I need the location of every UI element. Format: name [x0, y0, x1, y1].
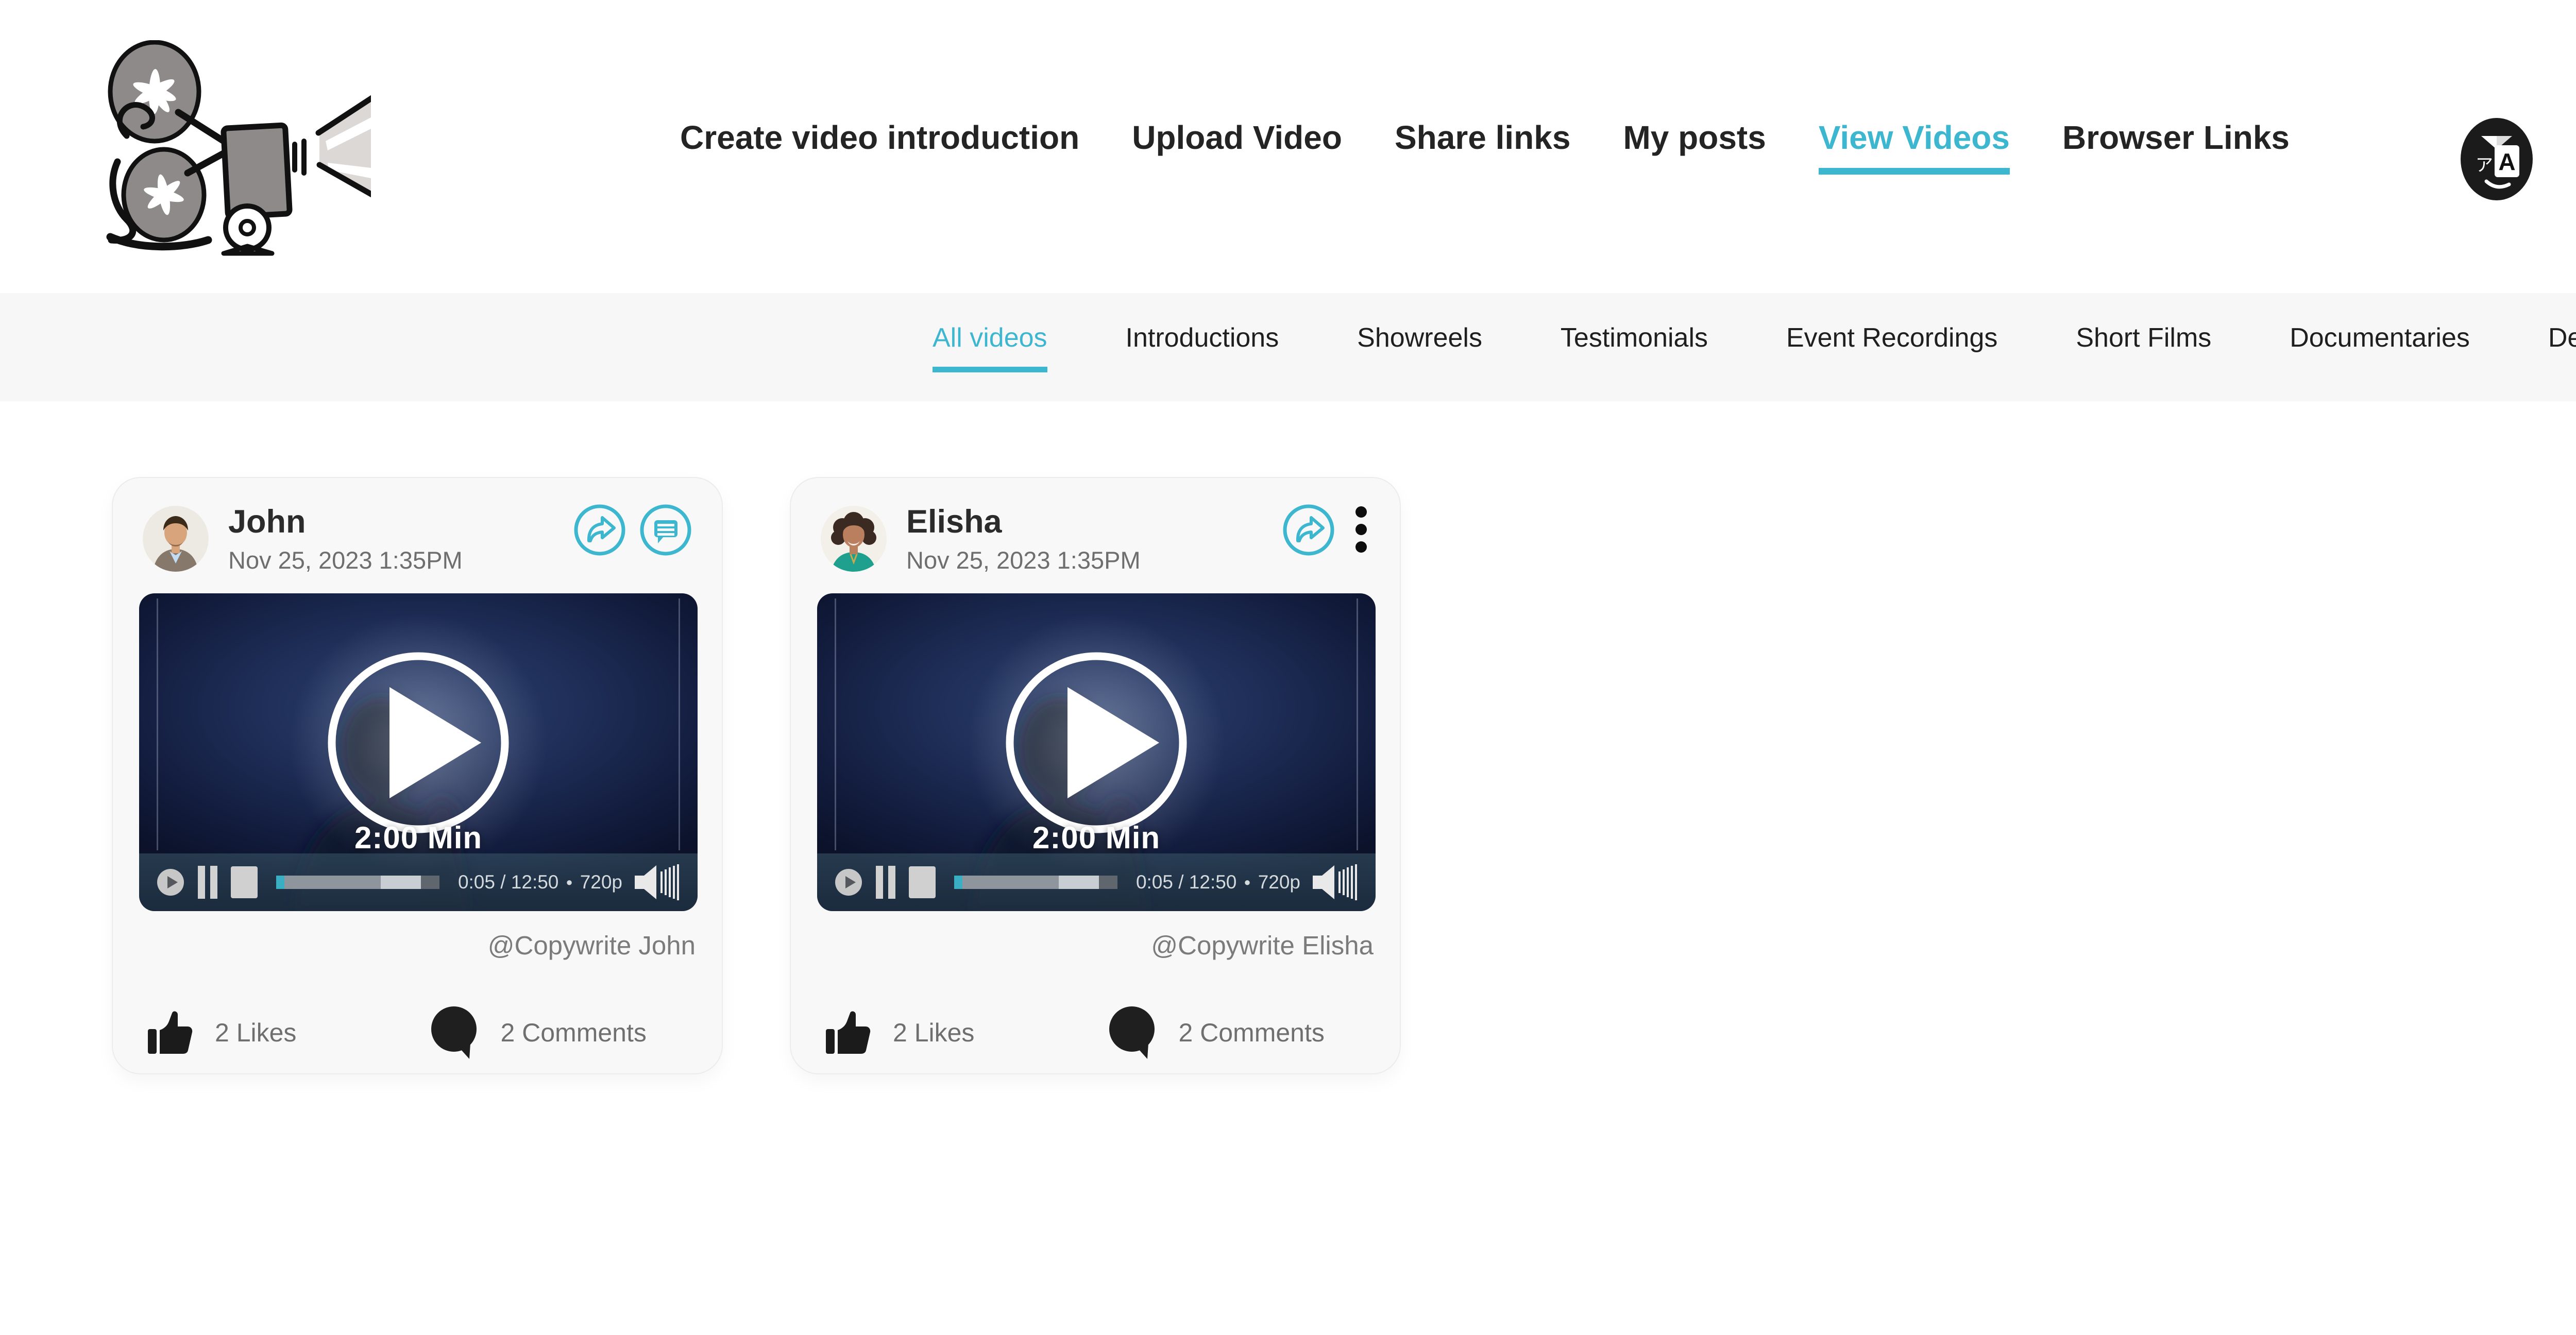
video-category-tabs: All videos Introductions Showreels Testi…	[933, 293, 2576, 401]
player-time-text: 0:05 / 12:50	[1136, 871, 1236, 893]
translate-icon: A ア	[2456, 117, 2537, 201]
progress-tail	[421, 876, 439, 889]
player-play-icon[interactable]	[157, 868, 184, 896]
tab-all-videos[interactable]: All videos	[933, 322, 1047, 372]
author-handle: @Copywrite Elisha	[1151, 930, 1374, 961]
tab-showreels[interactable]: Showreels	[1357, 322, 1482, 372]
nav-create-video-introduction[interactable]: Create video introduction	[680, 118, 1079, 175]
translate-button[interactable]: A ア	[2456, 117, 2537, 201]
comment-group: 2 Comments	[429, 1005, 646, 1060]
video-category-tabbar: All videos Introductions Showreels Testi…	[0, 293, 2576, 401]
player-play-icon[interactable]	[835, 868, 862, 896]
progress-buffer	[381, 876, 421, 889]
player-time: 0:05 / 12:50 ● 720p	[458, 871, 622, 893]
player-pause-icon[interactable]	[875, 866, 896, 899]
likes-count-label: 2 Likes	[893, 1018, 974, 1048]
post-timestamp: Nov 25, 2023 1:35PM	[228, 545, 463, 576]
card-header: John Nov 25, 2023 1:35PM	[143, 503, 692, 585]
comments-button[interactable]	[429, 1005, 481, 1060]
post-timestamp: Nov 25, 2023 1:35PM	[906, 545, 1141, 576]
player-progress-track[interactable]	[954, 876, 1117, 889]
player-volume-icon[interactable]	[635, 864, 680, 900]
nav-my-posts[interactable]: My posts	[1623, 118, 1766, 175]
nav-upload-video[interactable]: Upload Video	[1132, 118, 1342, 175]
likes-count-label: 2 Likes	[215, 1018, 296, 1048]
share-button[interactable]	[573, 504, 626, 556]
author-block: Elisha Nov 25, 2023 1:35PM	[906, 503, 1141, 576]
progress-played	[276, 876, 284, 889]
tab-introductions[interactable]: Introductions	[1126, 322, 1279, 372]
tab-event-recordings[interactable]: Event Recordings	[1786, 322, 1997, 372]
tab-short-films[interactable]: Short Films	[2076, 322, 2211, 372]
player-time-text: 0:05 / 12:50	[458, 871, 558, 893]
quality-dot: ●	[566, 877, 572, 888]
comments-count-label: 2 Comments	[1178, 1018, 1324, 1048]
player-controls: 0:05 / 12:50 ● 720p	[139, 853, 698, 911]
card-actions	[573, 504, 692, 556]
video-duration-label: 2:00 Min	[817, 820, 1376, 855]
player-quality: 720p	[1258, 871, 1300, 893]
tab-demos[interactable]: Demos	[2548, 322, 2576, 372]
video-duration-label: 2:00 Min	[139, 820, 698, 855]
avatar[interactable]	[821, 506, 887, 572]
comments-count-label: 2 Comments	[500, 1018, 646, 1048]
card-header: Elisha Nov 25, 2023 1:35PM	[821, 503, 1370, 585]
brand-logo[interactable]	[77, 40, 371, 262]
progress-tail	[1099, 876, 1117, 889]
engagement-row: 2 Likes 2 Comments	[823, 994, 1368, 1071]
comment-bubble-button[interactable]	[639, 504, 692, 556]
player-volume-icon[interactable]	[1313, 864, 1358, 900]
player-controls: 0:05 / 12:50 ● 720p	[817, 853, 1376, 911]
progress-buffer	[1059, 876, 1099, 889]
avatar-elisha-image	[821, 506, 887, 572]
author-name: Elisha	[906, 503, 1141, 541]
video-card-elisha: Elisha Nov 25, 2023 1:35PM	[790, 477, 1401, 1074]
comments-button[interactable]	[1107, 1005, 1159, 1060]
author-name: John	[228, 503, 463, 541]
player-progress-track[interactable]	[276, 876, 439, 889]
like-button[interactable]	[823, 1007, 873, 1058]
player-pause-icon[interactable]	[197, 866, 218, 899]
player-quality: 720p	[580, 871, 622, 893]
tab-testimonials[interactable]: Testimonials	[1561, 322, 1708, 372]
video-card-john: John Nov 25, 2023 1:35PM	[112, 477, 723, 1074]
progress-played	[954, 876, 962, 889]
comment-group: 2 Comments	[1107, 1005, 1324, 1060]
avatar[interactable]	[143, 506, 209, 572]
nav-browser-links[interactable]: Browser Links	[2062, 118, 2290, 175]
card-actions	[1282, 504, 1370, 556]
share-button[interactable]	[1282, 504, 1335, 556]
tab-documentaries[interactable]: Documentaries	[2290, 322, 2470, 372]
quality-dot: ●	[1244, 877, 1250, 888]
nav-share-links[interactable]: Share links	[1395, 118, 1571, 175]
svg-text:ア: ア	[2476, 155, 2493, 176]
nav-view-videos[interactable]: View Videos	[1819, 118, 2010, 175]
player-stop-icon[interactable]	[909, 866, 936, 898]
top-header: Create video introduction Upload Video S…	[0, 0, 2576, 293]
main-nav: Create video introduction Upload Video S…	[680, 0, 2290, 293]
film-projector-logo-icon	[77, 40, 371, 262]
engagement-row: 2 Likes 2 Comments	[145, 994, 690, 1071]
author-block: John Nov 25, 2023 1:35PM	[228, 503, 463, 576]
video-thumbnail[interactable]: 2:00 Min 0:05 / 12:50 ●	[139, 593, 698, 911]
avatar-john-image	[143, 506, 209, 572]
page: Create video introduction Upload Video S…	[0, 0, 2576, 1335]
like-button[interactable]	[145, 1007, 195, 1058]
video-thumbnail[interactable]: 2:00 Min 0:05 / 12:50 ●	[817, 593, 1376, 911]
svg-text:A: A	[2498, 148, 2515, 175]
kebab-menu-button[interactable]	[1352, 504, 1370, 556]
player-stop-icon[interactable]	[231, 866, 258, 898]
player-time: 0:05 / 12:50 ● 720p	[1136, 871, 1300, 893]
author-handle: @Copywrite John	[488, 930, 696, 961]
